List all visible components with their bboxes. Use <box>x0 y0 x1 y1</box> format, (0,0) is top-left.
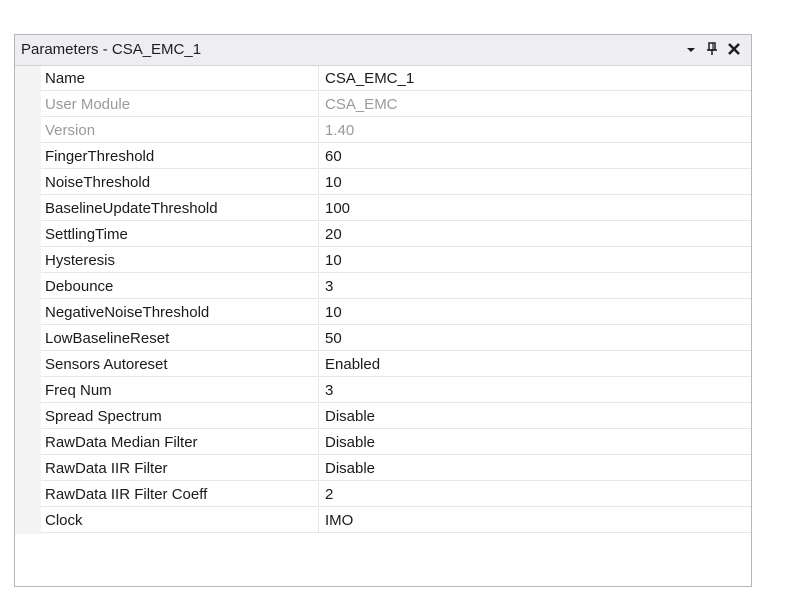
property-name[interactable]: NegativeNoiseThreshold <box>41 300 319 325</box>
row-gutter <box>15 144 41 170</box>
row-gutter <box>15 118 41 144</box>
property-value: 1.40 <box>319 118 751 143</box>
parameters-panel: Parameters - CSA_EMC_1 Name CSA_EMC_1 User… <box>14 34 752 587</box>
row-gutter <box>15 404 41 430</box>
row-gutter <box>15 456 41 482</box>
property-name[interactable]: Version <box>41 118 319 143</box>
property-row[interactable]: RawData IIR Filter Disable <box>15 456 751 482</box>
property-row[interactable]: NegativeNoiseThreshold 10 <box>15 300 751 326</box>
property-name[interactable]: RawData IIR Filter <box>41 456 319 481</box>
dropdown-arrow-icon[interactable] <box>683 40 699 58</box>
property-name[interactable]: Debounce <box>41 274 319 299</box>
property-name[interactable]: SettlingTime <box>41 222 319 247</box>
property-row[interactable]: User Module CSA_EMC <box>15 92 751 118</box>
property-name[interactable]: LowBaselineReset <box>41 326 319 351</box>
property-row[interactable]: BaselineUpdateThreshold 100 <box>15 196 751 222</box>
property-row[interactable]: Clock IMO <box>15 508 751 534</box>
property-value[interactable]: Disable <box>319 430 751 455</box>
property-row[interactable]: NoiseThreshold 10 <box>15 170 751 196</box>
property-name[interactable]: Clock <box>41 508 319 533</box>
property-value[interactable]: 50 <box>319 326 751 351</box>
property-value[interactable]: 60 <box>319 144 751 169</box>
property-value[interactable]: 10 <box>319 300 751 325</box>
property-row[interactable]: Spread Spectrum Disable <box>15 404 751 430</box>
property-name[interactable]: Spread Spectrum <box>41 404 319 429</box>
property-value[interactable]: 100 <box>319 196 751 221</box>
row-gutter <box>15 300 41 326</box>
property-name[interactable]: RawData Median Filter <box>41 430 319 455</box>
property-row[interactable]: Freq Num 3 <box>15 378 751 404</box>
property-value[interactable]: Disable <box>319 456 751 481</box>
property-value[interactable]: 2 <box>319 482 751 507</box>
property-value: CSA_EMC <box>319 92 751 117</box>
row-gutter <box>15 196 41 222</box>
property-name[interactable]: Name <box>41 66 319 91</box>
row-gutter <box>15 66 41 92</box>
row-gutter <box>15 248 41 274</box>
close-icon[interactable] <box>726 40 742 58</box>
property-value[interactable]: 20 <box>319 222 751 247</box>
panel-title-bar[interactable]: Parameters - CSA_EMC_1 <box>15 35 751 66</box>
row-gutter <box>15 222 41 248</box>
property-row[interactable]: Hysteresis 10 <box>15 248 751 274</box>
row-gutter <box>15 378 41 404</box>
row-gutter <box>15 274 41 300</box>
property-row[interactable]: Version 1.40 <box>15 118 751 144</box>
row-gutter <box>15 326 41 352</box>
row-gutter <box>15 170 41 196</box>
property-name[interactable]: Sensors Autoreset <box>41 352 319 377</box>
pin-icon[interactable] <box>704 40 720 58</box>
property-row[interactable]: SettlingTime 20 <box>15 222 751 248</box>
property-row[interactable]: Debounce 3 <box>15 274 751 300</box>
property-grid: Name CSA_EMC_1 User Module CSA_EMC Version 1.… <box>15 66 751 534</box>
property-value[interactable]: 3 <box>319 378 751 403</box>
property-name[interactable]: BaselineUpdateThreshold <box>41 196 319 221</box>
property-name[interactable]: Freq Num <box>41 378 319 403</box>
property-name[interactable]: User Module <box>41 92 319 117</box>
property-name[interactable]: RawData IIR Filter Coeff <box>41 482 319 507</box>
property-value[interactable]: CSA_EMC_1 <box>319 66 751 91</box>
property-value[interactable]: Enabled <box>319 352 751 377</box>
panel-title: Parameters - CSA_EMC_1 <box>21 41 202 58</box>
row-gutter <box>15 352 41 378</box>
row-gutter <box>15 430 41 456</box>
property-row[interactable]: Name CSA_EMC_1 <box>15 66 751 92</box>
property-name[interactable]: Hysteresis <box>41 248 319 273</box>
property-name[interactable]: NoiseThreshold <box>41 170 319 195</box>
property-row[interactable]: LowBaselineReset 50 <box>15 326 751 352</box>
row-gutter <box>15 508 41 534</box>
property-row[interactable]: FingerThreshold 60 <box>15 144 751 170</box>
property-value[interactable]: IMO <box>319 508 751 533</box>
row-gutter <box>15 482 41 508</box>
property-row[interactable]: Sensors Autoreset Enabled <box>15 352 751 378</box>
property-value[interactable]: Disable <box>319 404 751 429</box>
row-gutter <box>15 92 41 118</box>
property-name[interactable]: FingerThreshold <box>41 144 319 169</box>
property-value[interactable]: 3 <box>319 274 751 299</box>
property-row[interactable]: RawData IIR Filter Coeff 2 <box>15 482 751 508</box>
property-value[interactable]: 10 <box>319 170 751 195</box>
property-row[interactable]: RawData Median Filter Disable <box>15 430 751 456</box>
property-value[interactable]: 10 <box>319 248 751 273</box>
